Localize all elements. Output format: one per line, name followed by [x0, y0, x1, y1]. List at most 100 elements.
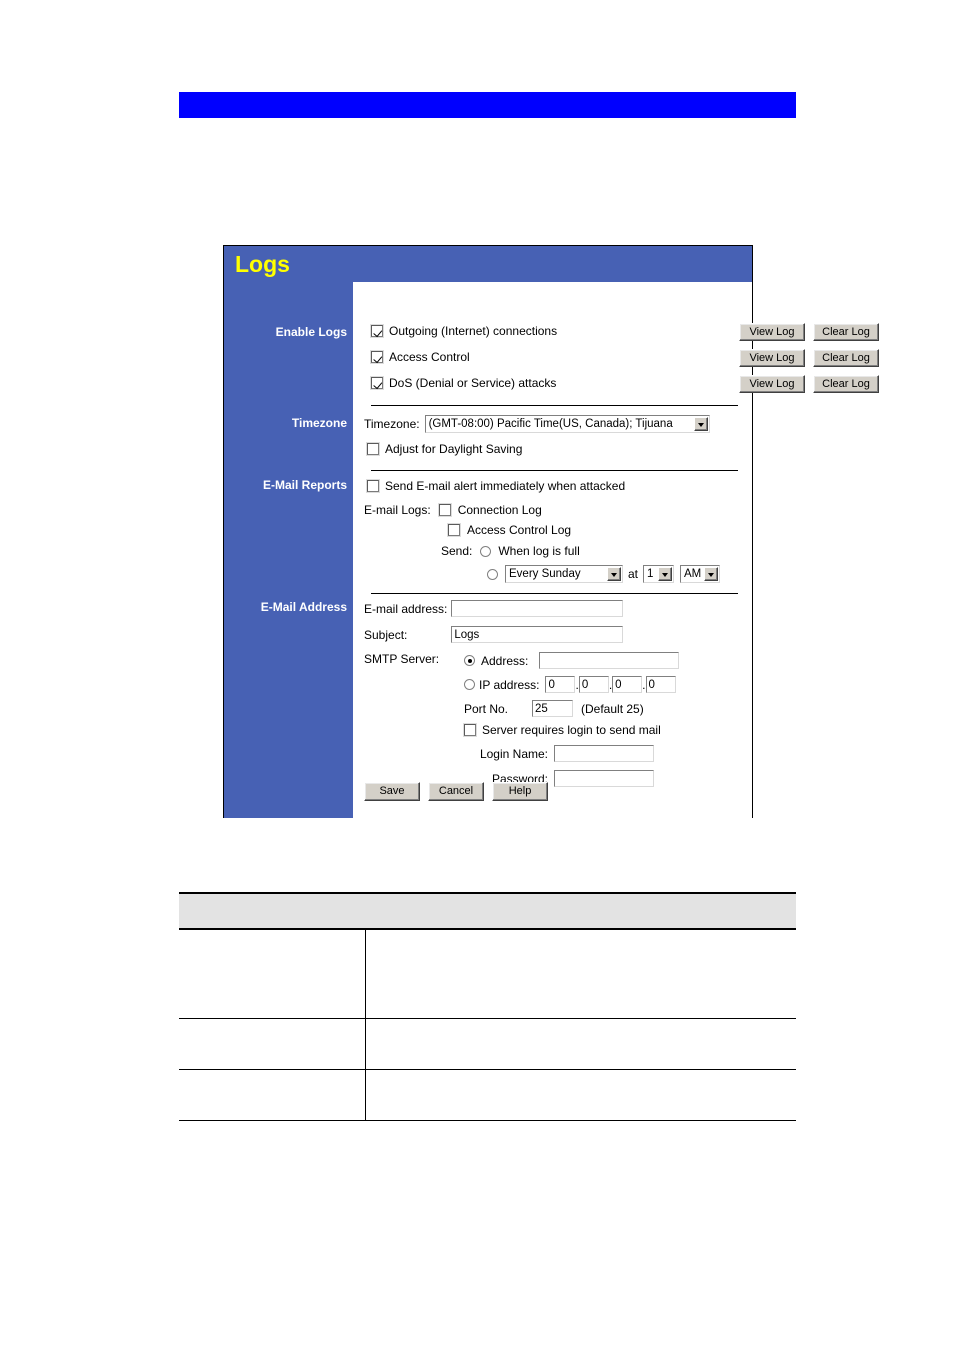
- label-server-requires-login: Server requires login to send mail: [482, 723, 661, 737]
- schedule-meridiem-select[interactable]: AM: [680, 565, 721, 583]
- panel-action-buttons: Save Cancel Help: [364, 782, 556, 801]
- section-label-timezone: Timezone: [291, 416, 347, 430]
- enable-log-row-outgoing: Outgoing (Internet) connections: [371, 324, 557, 338]
- chevron-down-icon[interactable]: [704, 567, 719, 581]
- table-header-cell: [179, 892, 796, 930]
- clear-log-button-outgoing[interactable]: Clear Log: [813, 323, 879, 341]
- checkbox-dos-attacks[interactable]: [371, 377, 383, 389]
- port-input[interactable]: 25: [532, 700, 574, 717]
- clear-log-button-access-control[interactable]: Clear Log: [813, 349, 879, 367]
- password-input[interactable]: [554, 770, 654, 787]
- table-body: [179, 929, 796, 1121]
- email-address-label: E-mail address:: [364, 601, 448, 616]
- login-name-input[interactable]: [554, 745, 654, 762]
- chevron-down-icon[interactable]: [658, 567, 673, 581]
- schedule-hour-select[interactable]: 1: [643, 565, 675, 583]
- timezone-field-label: Timezone:: [364, 417, 420, 431]
- checkbox-email-alert[interactable]: [367, 480, 379, 492]
- access-control-log-row: Access Control Log: [448, 523, 571, 537]
- ip-octet-1[interactable]: 0: [545, 676, 576, 693]
- cancel-button[interactable]: Cancel: [428, 782, 484, 801]
- subject-row: Subject: Logs: [364, 626, 624, 643]
- radio-smtp-address[interactable]: [464, 655, 475, 666]
- view-log-button-outgoing[interactable]: View Log: [739, 323, 805, 341]
- radio-send-schedule[interactable]: [487, 568, 498, 580]
- timezone-select[interactable]: (GMT-08:00) Pacific Time(US, Canada); Ti…: [424, 415, 710, 433]
- checkbox-access-control[interactable]: [371, 351, 383, 363]
- email-address-row: E-mail address:: [364, 600, 624, 617]
- subject-label: Subject:: [364, 627, 408, 642]
- divider-email-reports: [371, 593, 738, 594]
- table-cell-name: [179, 1069, 366, 1121]
- chevron-down-icon[interactable]: [693, 417, 708, 431]
- ip-octet-4[interactable]: 0: [645, 676, 676, 693]
- daylight-saving-row: Adjust for Daylight Saving: [367, 442, 522, 456]
- email-logs-row: E-mail Logs: Connection Log: [364, 503, 542, 517]
- port-default-note: (Default 25): [581, 701, 644, 716]
- save-button[interactable]: Save: [364, 782, 420, 801]
- email-alert-row: Send E-mail alert immediately when attac…: [367, 479, 625, 493]
- email-logs-label: E-mail Logs:: [364, 503, 431, 517]
- section-label-email-reports: E-Mail Reports: [262, 478, 347, 492]
- checkbox-server-requires-login[interactable]: [464, 724, 476, 736]
- panel-title: Logs: [224, 246, 752, 282]
- label-access-control: Access Control: [389, 350, 470, 364]
- checkbox-connection-log[interactable]: [438, 504, 451, 516]
- divider-timezone: [371, 470, 738, 471]
- label-outgoing-connections: Outgoing (Internet) connections: [389, 324, 558, 338]
- checkbox-outgoing-connections[interactable]: [371, 325, 383, 337]
- table-cell-name: [179, 1018, 366, 1070]
- smtp-address-row: Address:: [464, 652, 680, 669]
- table-row: [179, 1069, 796, 1121]
- label-daylight-saving: Adjust for Daylight Saving: [385, 442, 523, 456]
- table-header-row: [179, 892, 796, 930]
- at-label: at: [628, 567, 639, 581]
- view-log-button-access-control[interactable]: View Log: [739, 349, 805, 367]
- label-connection-log: Connection Log: [457, 503, 542, 517]
- enable-log-row-access-control: Access Control: [371, 350, 470, 364]
- log-buttons-access-control: View Log Clear Log: [739, 349, 879, 367]
- radio-smtp-ip[interactable]: [464, 679, 475, 690]
- checkbox-daylight-saving[interactable]: [367, 443, 379, 455]
- email-address-input[interactable]: [451, 600, 624, 617]
- divider-enable-logs: [371, 405, 738, 406]
- view-log-button-dos[interactable]: View Log: [739, 375, 805, 393]
- checkbox-access-control-log[interactable]: [448, 524, 460, 536]
- label-when-log-full: When log is full: [498, 544, 580, 558]
- schedule-day-select[interactable]: Every Sunday: [505, 565, 623, 583]
- enable-log-row-dos: DoS (Denial or Service) attacks: [371, 376, 556, 390]
- smtp-ip-row: IP address: 0 . 0 . 0 . 0: [464, 676, 676, 693]
- chevron-down-icon[interactable]: [607, 567, 621, 581]
- panel-content: Outgoing (Internet) connections View Log…: [353, 282, 879, 818]
- timezone-select-value: (GMT-08:00) Pacific Time(US, Canada); Ti…: [428, 418, 673, 430]
- ip-octet-3[interactable]: 0: [612, 676, 643, 693]
- port-row: Port No. 25 (Default 25): [464, 700, 644, 717]
- logs-config-panel: Logs Enable Logs Timezone E-Mail Reports…: [223, 245, 879, 818]
- schedule-hour-value: 1: [647, 568, 654, 580]
- help-button[interactable]: Help: [492, 782, 548, 801]
- section-label-enable-logs: Enable Logs: [275, 325, 347, 339]
- clear-log-button-dos[interactable]: Clear Log: [813, 375, 879, 393]
- requires-login-row: Server requires login to send mail: [464, 723, 661, 737]
- send-label: Send:: [441, 544, 473, 558]
- login-name-row: Login Name:: [464, 745, 654, 762]
- radio-when-log-full[interactable]: [480, 545, 492, 557]
- label-smtp-address: Address:: [481, 653, 529, 668]
- table-cell-description: [365, 1018, 796, 1070]
- panel-body: Enable Logs Timezone E-Mail Reports E-Ma…: [224, 282, 879, 818]
- timezone-row: Timezone: (GMT-08:00) Pacific Time(US, C…: [364, 415, 710, 433]
- label-access-control-log: Access Control Log: [467, 523, 572, 537]
- schedule-meridiem-value: AM: [684, 568, 702, 580]
- table-cell-name: [179, 929, 366, 1019]
- send-when-full-row: Send: When log is full: [441, 544, 580, 558]
- table-row: [179, 929, 796, 1019]
- login-name-label: Login Name:: [479, 746, 548, 761]
- send-schedule-row: Every Sunday at 1 AM: [487, 565, 721, 583]
- subject-input[interactable]: Logs: [451, 626, 624, 643]
- page-header-banner: [179, 92, 796, 118]
- smtp-server-label: SMTP Server:: [364, 652, 440, 666]
- smtp-address-input[interactable]: [539, 652, 680, 669]
- data-description-table: [179, 892, 796, 1121]
- ip-octet-2[interactable]: 0: [578, 676, 609, 693]
- port-label: Port No.: [464, 701, 509, 716]
